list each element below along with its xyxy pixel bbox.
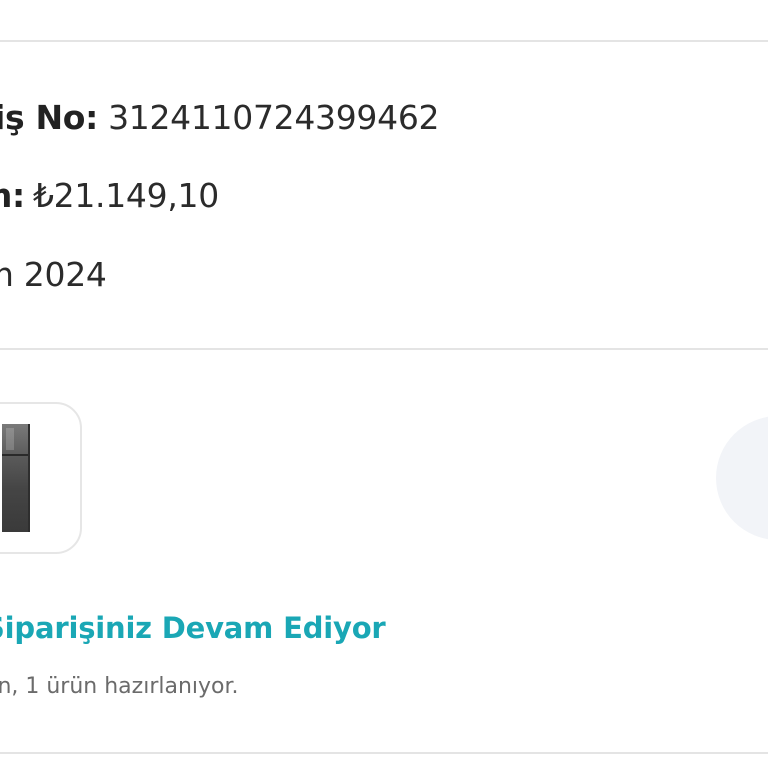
order-status-description: nden, 1 ürün hazırlanıyor. <box>0 674 239 699</box>
order-date-value: sım 2024 <box>0 255 107 294</box>
order-summary-card: ariş No:3124110724399462 am: ₺21.149,10 s… <box>0 42 768 348</box>
order-detail-page: ariş No:3124110724399462 am: ₺21.149,10 s… <box>0 0 768 768</box>
order-number-label: ariş No: <box>0 98 99 137</box>
refrigerator-image <box>2 424 30 532</box>
product-thumbnail[interactable] <box>0 402 82 554</box>
order-item-card[interactable]: Siparişiniz Devam Ediyor nden, 1 ürün ha… <box>0 350 768 752</box>
header-area <box>0 0 768 40</box>
order-status-title: Siparişiniz Devam Ediyor <box>0 611 386 645</box>
order-total-label: am: <box>0 176 25 215</box>
order-number-value: 3124110724399462 <box>108 98 440 137</box>
divider <box>0 752 768 754</box>
order-number-row: ariş No:3124110724399462 <box>0 98 440 138</box>
order-total-value: ₺21.149,10 <box>32 176 219 215</box>
more-products-button[interactable] <box>716 416 768 540</box>
order-total-row: am: ₺21.149,10 <box>0 176 219 216</box>
order-date-row: sım 2024 <box>0 255 107 295</box>
